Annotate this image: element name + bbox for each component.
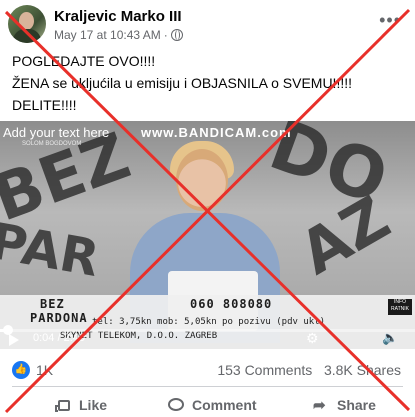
author-avatar[interactable] [8, 5, 46, 43]
meta-separator: · [163, 28, 168, 42]
more-horizontal-icon[interactable]: ••• [379, 10, 401, 31]
video-time: 0:04 / 2:40 [33, 332, 85, 344]
globe-icon [170, 29, 183, 41]
channel-logo: INFO RATNIK [388, 299, 412, 315]
comment-bubble-icon [167, 397, 185, 413]
caption-line: DELITE!!!! [12, 97, 77, 113]
presenter-head [176, 149, 228, 211]
post-date[interactable]: May 17 at 10:43 AM [54, 28, 161, 42]
studio-background-lettering: PAR [0, 211, 104, 289]
engagement-stats: 153 Comments 3.8K Shares [217, 362, 401, 378]
caption-line: POGLEDAJTE OVO!!!! [12, 53, 156, 69]
stats-spacer [316, 362, 320, 378]
share-arrow-icon: ➦ [313, 397, 326, 414]
channel-subtag: SOLOM BOGDOVOM [22, 141, 82, 147]
settings-gear-icon[interactable]: ⚙ [306, 330, 319, 347]
like-reaction-icon: 👍 [12, 361, 30, 379]
share-label: Share [337, 397, 376, 413]
thumbs-up-icon [54, 397, 72, 413]
play-icon[interactable] [9, 334, 19, 346]
bandicam-watermark: www.BANDICAM.com [141, 125, 292, 140]
post-meta: May 17 at 10:43 AM · [54, 28, 183, 42]
like-label: Like [79, 397, 108, 413]
video-player[interactable]: BEZ DO AZ PAR Add your text here www.BAN… [0, 121, 415, 349]
share-button[interactable]: ➦ Share [312, 397, 376, 413]
watermark-text: Add your text here [3, 125, 110, 140]
show-title-line-1: BEZ [40, 297, 65, 311]
reaction-summary[interactable]: 👍 1K [12, 361, 53, 379]
comment-label: Comment [192, 397, 257, 413]
author-name[interactable]: Kraljevic Marko III [54, 8, 182, 25]
avatar-face [19, 12, 34, 30]
avatar-body [13, 29, 41, 43]
like-button[interactable]: Like [54, 397, 107, 413]
call-price: tel: 3,75kn mob: 5,05kn po pozivu (pdv u… [92, 317, 325, 327]
comment-button[interactable]: Comment [167, 397, 257, 413]
facebook-post: Kraljevic Marko III May 17 at 10:43 AM ·… [0, 0, 415, 417]
stats-divider [12, 386, 403, 387]
phone-number: 060 808080 [190, 297, 273, 311]
volume-icon[interactable]: 🔈 [382, 330, 398, 346]
show-title-line-2: PARDONA [30, 311, 88, 325]
reaction-count[interactable]: 1K [36, 362, 53, 378]
share-count[interactable]: 3.8K Shares [324, 362, 401, 378]
studio-background-lettering: AZ [288, 183, 402, 289]
caption-line: ŽENA se ukljućila u emisiju i OBJASNILA … [12, 75, 353, 91]
post-caption: POGLEDAJTE OVO!!!! ŽENA se ukljućila u e… [12, 50, 352, 116]
comment-count[interactable]: 153 Comments [217, 362, 312, 378]
